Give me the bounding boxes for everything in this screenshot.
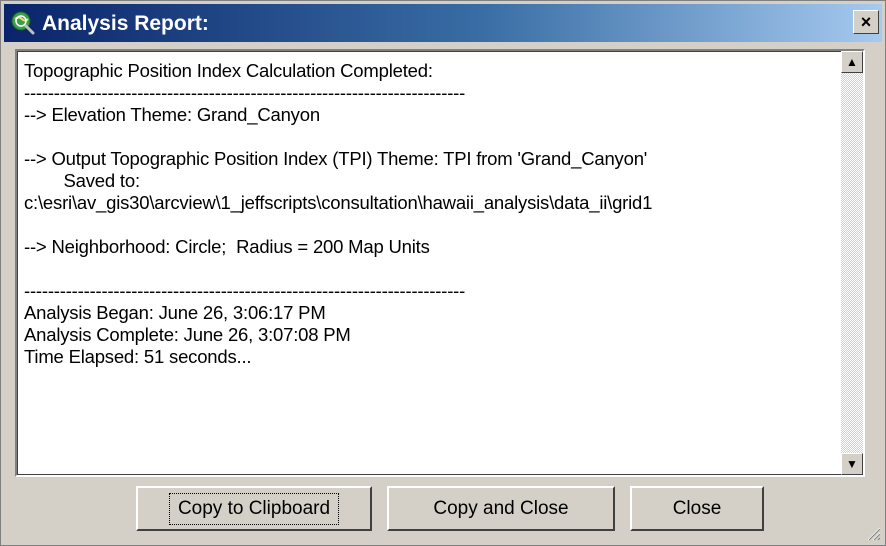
- copy-to-clipboard-label: Copy to Clipboard: [168, 492, 340, 525]
- scroll-down-arrow-icon: ▼: [846, 457, 858, 471]
- report-text: Topographic Position Index Calculation C…: [24, 60, 653, 367]
- report-content: Topographic Position Index Calculation C…: [17, 51, 841, 475]
- report-text-area[interactable]: Topographic Position Index Calculation C…: [15, 49, 865, 477]
- scroll-up-button[interactable]: ▲: [841, 51, 863, 73]
- vertical-scrollbar[interactable]: ▲ ▼: [841, 51, 863, 475]
- copy-to-clipboard-button[interactable]: Copy to Clipboard: [136, 486, 372, 531]
- button-row: Copy to Clipboard Copy and Close Close: [1, 486, 886, 534]
- close-label: Close: [672, 497, 722, 519]
- analysis-report-dialog: Analysis Report: × Topographic Position …: [0, 0, 886, 546]
- resize-grip-icon[interactable]: [865, 525, 881, 541]
- close-icon: ×: [860, 11, 872, 32]
- scroll-down-button[interactable]: ▼: [841, 453, 863, 475]
- copy-and-close-label: Copy and Close: [433, 497, 569, 519]
- scroll-up-arrow-icon: ▲: [846, 55, 858, 69]
- close-button[interactable]: Close: [630, 486, 764, 531]
- globe-magnifier-icon: [11, 11, 35, 35]
- copy-and-close-button[interactable]: Copy and Close: [387, 486, 615, 531]
- title-bar[interactable]: Analysis Report: ×: [4, 4, 882, 42]
- dialog-title: Analysis Report:: [42, 12, 209, 35]
- close-window-button[interactable]: ×: [853, 10, 879, 34]
- scroll-track[interactable]: [841, 73, 863, 453]
